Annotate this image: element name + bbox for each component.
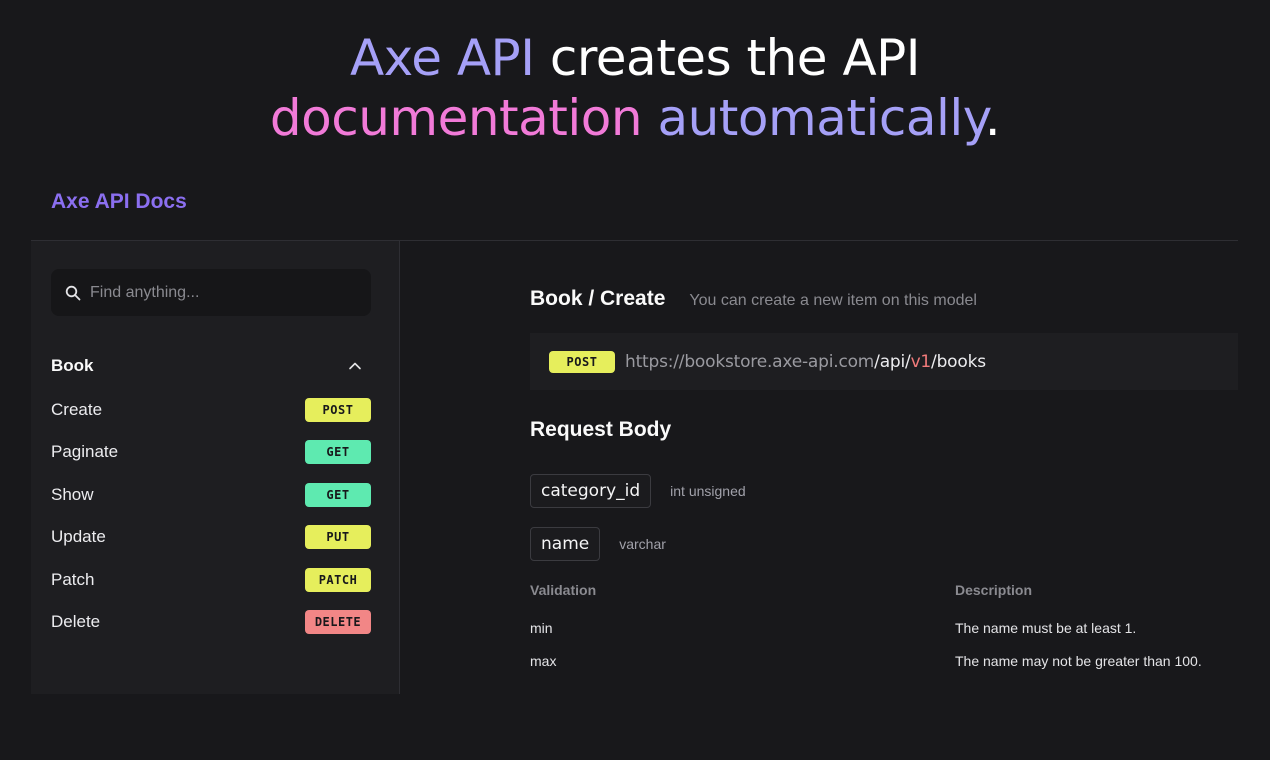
- description-header: Description: [955, 582, 1033, 598]
- field-name: name: [530, 527, 601, 561]
- request-body-title: Request Body: [530, 418, 672, 441]
- hero-word-documentation: documentation: [269, 89, 643, 147]
- docs-brand-title[interactable]: Axe API Docs: [51, 190, 187, 214]
- sidebar-item-delete[interactable]: Delete DELETE: [51, 609, 371, 635]
- sidebar-item-label: Paginate: [51, 442, 119, 461]
- method-badge: PUT: [305, 525, 371, 549]
- field-type: varchar: [619, 536, 666, 552]
- sidebar-item-patch[interactable]: Patch PATCH: [51, 567, 371, 593]
- url-host: https://bookstore.axe-api.com: [625, 351, 875, 372]
- field-type: int unsigned: [670, 483, 746, 499]
- sidebar: Book Create POST Paginate GET Show GET U…: [31, 241, 400, 694]
- chevron-up-icon[interactable]: [347, 358, 363, 374]
- sidebar-item-create[interactable]: Create POST: [51, 397, 371, 423]
- sidebar-item-paginate[interactable]: Paginate GET: [51, 439, 371, 465]
- url-resource: /books: [931, 351, 986, 372]
- method-badge: POST: [549, 350, 615, 373]
- validation-header: Validation: [530, 582, 597, 598]
- page-title: Book / Create: [530, 287, 666, 310]
- sidebar-item-label: Delete: [51, 612, 101, 631]
- field-name-row: name varchar: [530, 527, 666, 561]
- validation-description: The name must be at least 1.: [955, 620, 1137, 636]
- search-icon: [65, 285, 81, 300]
- sidebar-item-label: Create: [51, 400, 103, 419]
- hero-brand-text: Axe API: [349, 29, 535, 87]
- sidebar-group-book[interactable]: Book: [51, 353, 371, 379]
- sidebar-item-label: Show: [51, 485, 94, 504]
- validation-rule: min: [530, 620, 553, 636]
- sidebar-item-update[interactable]: Update PUT: [51, 524, 371, 550]
- hero-line1-text: creates the API: [534, 29, 921, 87]
- sidebar-group-title: Book: [51, 356, 94, 375]
- endpoint-url[interactable]: https://bookstore.axe-api.com/api/v1/boo…: [625, 352, 986, 372]
- hero-period: .: [984, 89, 1001, 147]
- page-description: You can create a new item on this model: [689, 292, 977, 309]
- url-path: /api/: [874, 351, 911, 372]
- hero-headline: Axe API creates the API documentation au…: [0, 28, 1270, 148]
- method-badge: POST: [305, 398, 371, 422]
- sidebar-item-label: Update: [51, 527, 106, 546]
- sidebar-item-label: Patch: [51, 570, 95, 589]
- search-input[interactable]: [90, 283, 350, 302]
- hero-word-automatically: automatically: [657, 89, 985, 147]
- method-badge: PATCH: [305, 568, 371, 592]
- endpoint-bar: POST https://bookstore.axe-api.com/api/v…: [530, 333, 1238, 390]
- sidebar-item-show[interactable]: Show GET: [51, 482, 371, 508]
- url-version: v1: [910, 351, 932, 372]
- method-badge: DELETE: [305, 610, 371, 634]
- validation-rule: max: [530, 653, 557, 669]
- endpoint-heading: Book / Create You can create a new item …: [530, 287, 977, 311]
- search-box[interactable]: [51, 269, 371, 316]
- field-name: category_id: [530, 474, 652, 508]
- field-category-id: category_id int unsigned: [530, 474, 746, 508]
- method-badge: GET: [305, 440, 371, 464]
- validation-description: The name may not be greater than 100.: [955, 653, 1202, 669]
- method-badge: GET: [305, 483, 371, 507]
